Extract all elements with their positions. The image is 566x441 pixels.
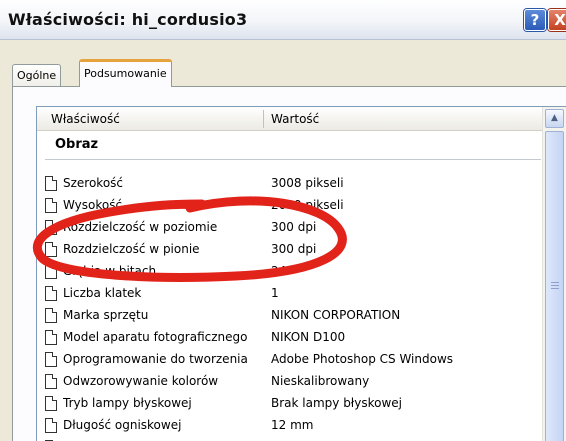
table-row[interactable]: Długość ogniskowej 12 mm [37, 415, 542, 437]
row-property: Szerokość [63, 176, 124, 190]
column-header: Właściwość Wartość [37, 107, 542, 131]
window-title: Właściwości: hi_cordusio3 [8, 10, 248, 29]
row-value: 3008 pikseli [271, 176, 344, 190]
grip-line [551, 285, 559, 286]
row-value: 12 mm [271, 418, 314, 432]
tab-summary[interactable]: Podsumowanie [79, 59, 172, 87]
document-icon [45, 286, 57, 301]
scroll-thumb[interactable] [545, 131, 564, 441]
arrow-up-icon: ▲ [551, 113, 558, 123]
close-button[interactable]: X [548, 9, 566, 31]
tab-summary-label: Podsumowanie [84, 67, 167, 80]
vertical-scrollbar[interactable]: ▲ [542, 107, 566, 441]
table-row[interactable]: Marka sprzętu NIKON CORPORATION [37, 305, 542, 327]
row-property: Głębia w bitach [63, 264, 157, 278]
group-label: Obraz [55, 137, 99, 152]
row-property: Marka sprzętu [63, 308, 149, 322]
document-icon [45, 374, 57, 389]
scroll-up-button[interactable]: ▲ [545, 109, 564, 128]
table-row[interactable]: Odwzorowywanie kolorów Nieskalibrowany [37, 371, 542, 393]
table-row[interactable]: Wysokość 2000 pikseli [37, 195, 542, 217]
document-icon [45, 264, 57, 279]
title-bar: Właściwości: hi_cordusio3 ? X [0, 0, 566, 40]
column-header-value[interactable]: Wartość [271, 107, 319, 131]
table-row[interactable]: Liczba FF/10 [37, 437, 542, 441]
document-icon [45, 352, 57, 367]
document-icon [45, 418, 57, 433]
document-icon [45, 330, 57, 345]
row-value: NIKON D100 [271, 330, 346, 344]
document-icon [45, 220, 57, 235]
table-row[interactable]: Liczba klatek 1 [37, 283, 542, 305]
grip-line [551, 282, 559, 283]
table-row[interactable]: Rozdzielczość w pionie 300 dpi [37, 239, 542, 261]
row-property: Wysokość [63, 198, 123, 212]
column-divider[interactable] [263, 110, 264, 128]
help-button[interactable]: ? [524, 9, 546, 31]
row-property: Tryb lampy błyskowej [63, 396, 192, 410]
column-header-property[interactable]: Właściwość [51, 107, 120, 131]
row-value: 300 dpi [271, 220, 317, 234]
document-icon [45, 242, 57, 257]
close-icon: X [554, 11, 566, 29]
table-row[interactable]: Model aparatu fotograficznego NIKON D100 [37, 327, 542, 349]
tab-strip: Ogólne Podsumowanie [0, 40, 566, 87]
table-row[interactable]: Szerokość 3008 pikseli [37, 173, 542, 195]
group-divider [45, 159, 541, 160]
row-value: NIKON CORPORATION [271, 308, 401, 322]
row-property: Liczba klatek [63, 286, 142, 300]
table-row[interactable]: Głębia w bitach 24 [37, 261, 542, 283]
grip-line [551, 288, 559, 289]
row-value: 1 [271, 286, 279, 300]
table-row[interactable]: Rozdzielczość w poziomie 300 dpi [37, 217, 542, 239]
row-value: 300 dpi [271, 242, 317, 256]
row-value: 2000 pikseli [271, 198, 344, 212]
tab-general[interactable]: Ogólne [12, 64, 62, 86]
document-icon [45, 176, 57, 191]
help-icon: ? [530, 11, 540, 29]
row-property: Rozdzielczość w poziomie [63, 220, 218, 234]
table-row[interactable]: Tryb lampy błyskowej Brak lampy błyskowej [37, 393, 542, 415]
row-property: Model aparatu fotograficznego [63, 330, 248, 344]
table-row[interactable]: Oprogramowanie do tworzenia Adobe Photosh… [37, 349, 542, 371]
document-icon [45, 198, 57, 213]
document-icon [45, 308, 57, 323]
row-value: 24 [271, 264, 287, 278]
row-property: Odwzorowywanie kolorów [63, 374, 219, 388]
row-property: Oprogramowanie do tworzenia [63, 352, 248, 366]
row-value: Adobe Photoshop CS Windows [271, 352, 454, 366]
row-value: Nieskalibrowany [271, 374, 370, 388]
row-value: Brak lampy błyskowej [271, 396, 402, 410]
row-property: Długość ogniskowej [63, 418, 182, 432]
property-list: Właściwość Wartość Obraz Szerokość 3008 p… [36, 106, 566, 441]
document-icon [45, 396, 57, 411]
row-property: Rozdzielczość w pionie [63, 242, 200, 256]
tab-general-label: Ogólne [17, 69, 57, 82]
